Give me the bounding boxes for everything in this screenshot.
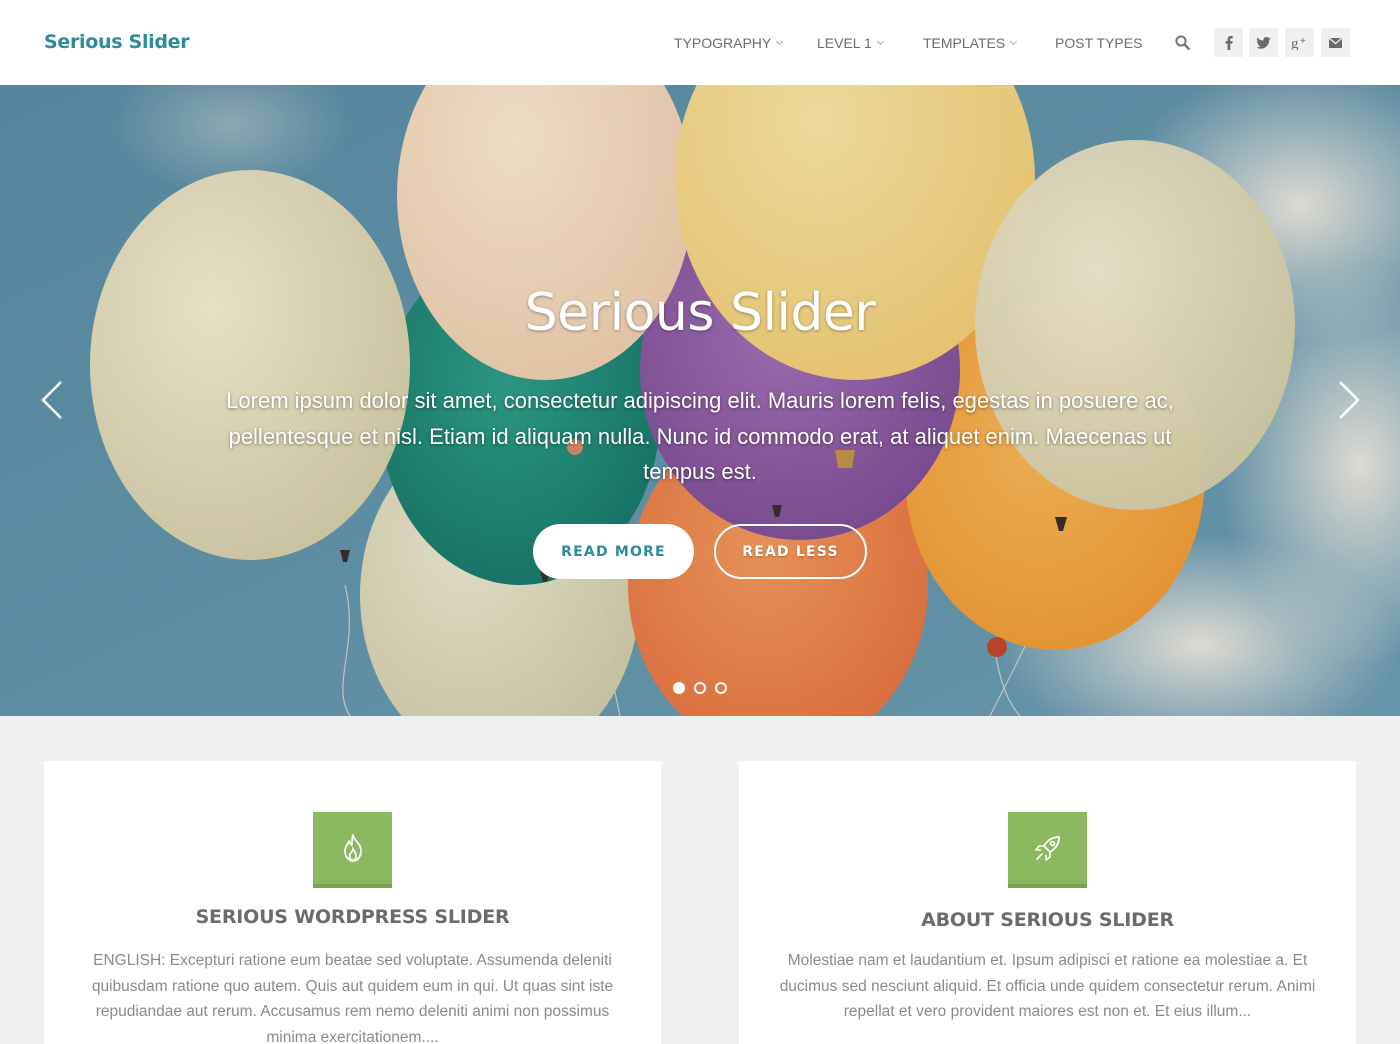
nav-item-typography[interactable]: TYPOGRAPHY: [674, 35, 784, 51]
feature-title: SERIOUS WORDPRESS SLIDER: [195, 906, 510, 928]
twitter-icon[interactable]: [1249, 28, 1278, 57]
chevron-right-icon: [1339, 381, 1360, 419]
flame-icon: [343, 834, 362, 862]
feature-title: ABOUT SERIOUS SLIDER: [921, 909, 1174, 931]
slide-dot-2[interactable]: [694, 682, 706, 694]
hero-slider: Serious Slider Lorem ipsum dolor sit ame…: [0, 85, 1400, 716]
feature-icon-box: [313, 812, 392, 888]
svg-text:+: +: [1300, 36, 1306, 47]
previous-slide-arrow[interactable]: [38, 378, 68, 422]
nav-item-label: TYPOGRAPHY: [674, 35, 772, 51]
svg-text:g: g: [1291, 36, 1299, 50]
read-less-button[interactable]: READ LESS: [714, 524, 867, 579]
facebook-icon[interactable]: [1214, 28, 1243, 57]
search-icon[interactable]: [1175, 35, 1191, 51]
next-slide-arrow[interactable]: [1333, 378, 1363, 422]
feature-text: ENGLISH: Excepturi ratione eum beatae se…: [91, 952, 614, 1044]
nav-item-label: TEMPLATES: [923, 35, 1006, 51]
nav-item-level-1[interactable]: LEVEL 1: [817, 35, 884, 51]
slide-description: Lorem ipsum dolor sit amet, consectetur …: [226, 388, 1174, 484]
slide-dot-3[interactable]: [715, 682, 727, 694]
rocket-icon: [1034, 836, 1060, 861]
site-header: Serious Slider TYPOGRAPHY LEVEL 1 TEMPLA…: [0, 0, 1400, 85]
email-icon[interactable]: [1321, 28, 1350, 57]
nav-item-label: LEVEL 1: [817, 35, 872, 51]
slide-title: Serious Slider: [524, 283, 876, 343]
site-logo[interactable]: Serious Slider: [44, 31, 190, 53]
read-more-button[interactable]: READ MORE: [533, 524, 694, 579]
nav-item-post-types[interactable]: POST TYPES: [1055, 35, 1142, 51]
feature-card: SERIOUS WORDPRESS SLIDER ENGLISH: Except…: [44, 761, 661, 1044]
chevron-down-icon: [1010, 37, 1018, 45]
nav-item-templates[interactable]: TEMPLATES: [923, 35, 1018, 51]
chevron-left-icon: [41, 381, 62, 419]
feature-text: Molestiae nam et laudantium et. Ipsum ad…: [779, 952, 1316, 1020]
google-plus-icon[interactable]: g +: [1285, 28, 1314, 57]
chevron-down-icon: [776, 37, 784, 45]
nav-item-label: POST TYPES: [1055, 35, 1143, 51]
chevron-down-icon: [876, 37, 884, 45]
feature-card: ABOUT SERIOUS SLIDER Molestiae nam et la…: [739, 761, 1356, 1044]
slide-dot-1[interactable]: [673, 682, 685, 694]
feature-icon-box: [1008, 812, 1087, 888]
